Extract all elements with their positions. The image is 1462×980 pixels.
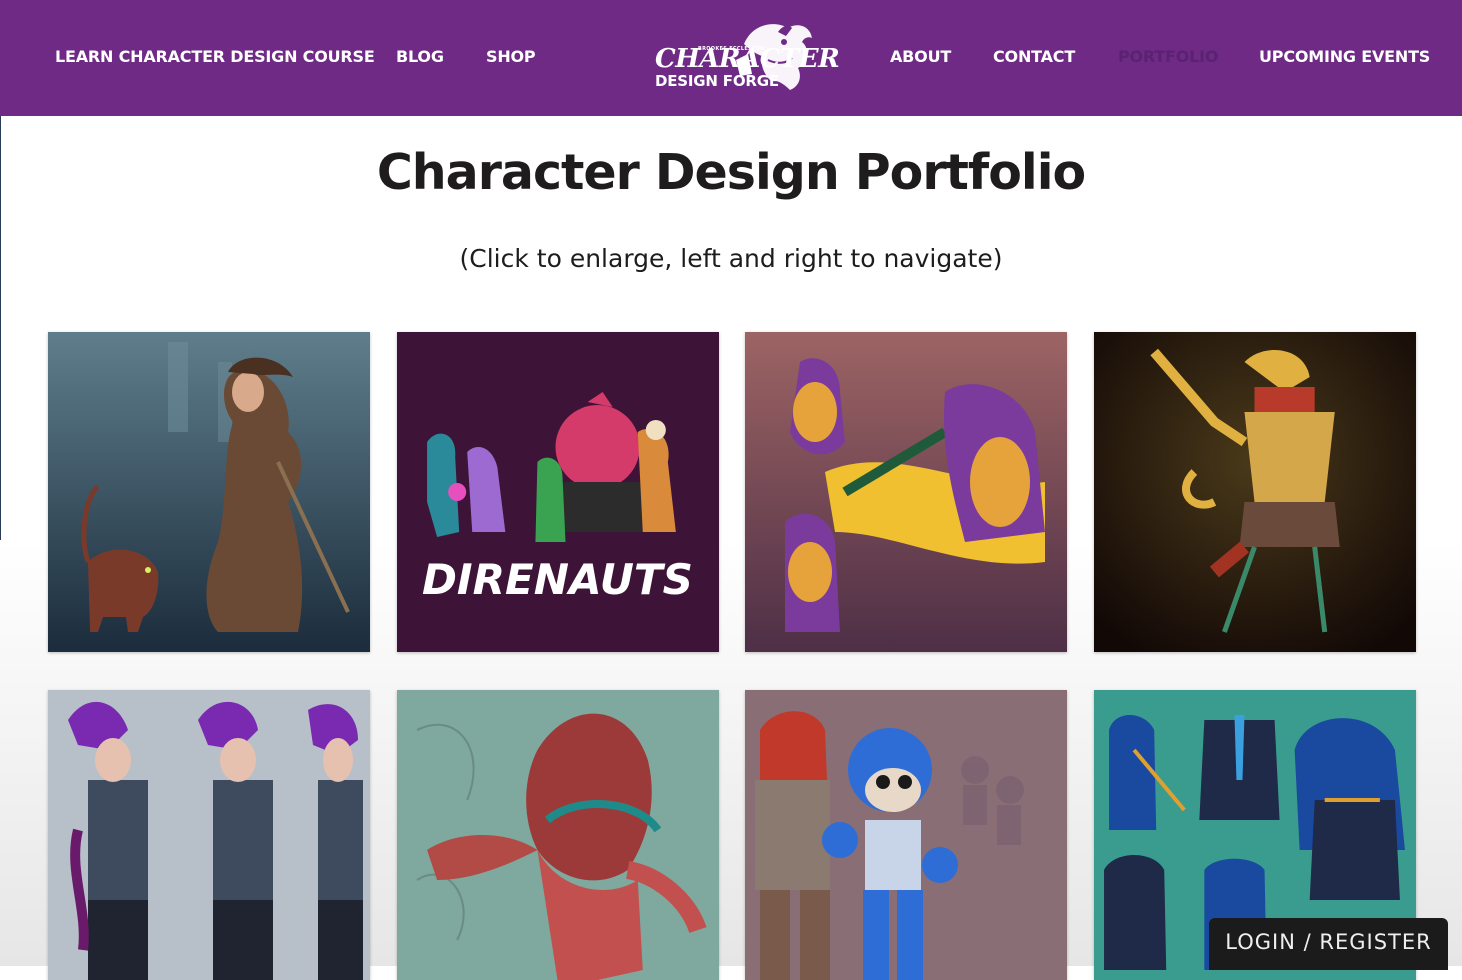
nav-blog[interactable]: BLOG xyxy=(396,46,444,68)
armadillo-creature-illustration xyxy=(397,690,719,980)
purple-creatures-illustration xyxy=(745,332,1067,652)
nav-learn-course[interactable]: LEARN CHARACTER DESIGN COURSE xyxy=(55,46,375,68)
lizard-warrior-illustration xyxy=(1094,332,1416,652)
purple-hair-turnaround-illustration xyxy=(48,690,370,980)
gallery-item-armadillo-creature[interactable] xyxy=(397,690,719,980)
gallery-item-lizard-warrior[interactable] xyxy=(1094,332,1416,652)
nav-contact[interactable]: CONTACT xyxy=(993,46,1075,68)
logo-subtitle: DESIGN FORGE xyxy=(655,72,779,90)
direnauts-group-illustration: DIRENAUTS xyxy=(397,332,719,652)
nav-about[interactable]: ABOUT xyxy=(890,46,951,68)
site-logo[interactable]: BROOKES ECCLESTON CHARACTER DESIGN FORGE xyxy=(652,14,840,98)
gallery-item-direnauts[interactable]: DIRENAUTS xyxy=(397,332,719,652)
robot-heroes-illustration xyxy=(745,690,1067,980)
gallery-item-purple-creatures[interactable] xyxy=(745,332,1067,652)
direnauts-caption: DIRENAUTS xyxy=(422,555,693,604)
login-register-button[interactable]: LOGIN / REGISTER xyxy=(1209,918,1448,970)
gallery-item-woman-with-cat[interactable] xyxy=(48,332,370,652)
page-subtitle: (Click to enlarge, left and right to nav… xyxy=(459,244,1003,273)
gallery-item-purple-hair-turnaround[interactable] xyxy=(48,690,370,980)
gallery-item-robot-heroes[interactable] xyxy=(745,690,1067,980)
logo-title: CHARACTER xyxy=(655,44,840,74)
page-title: Character Design Portfolio xyxy=(376,144,1086,201)
woman-with-cat-illustration xyxy=(48,332,370,652)
nav-shop[interactable]: SHOP xyxy=(486,46,536,68)
nav-portfolio[interactable]: PORTFOLIO xyxy=(1118,46,1219,68)
nav-upcoming-events[interactable]: UPCOMING EVENTS xyxy=(1259,46,1430,68)
